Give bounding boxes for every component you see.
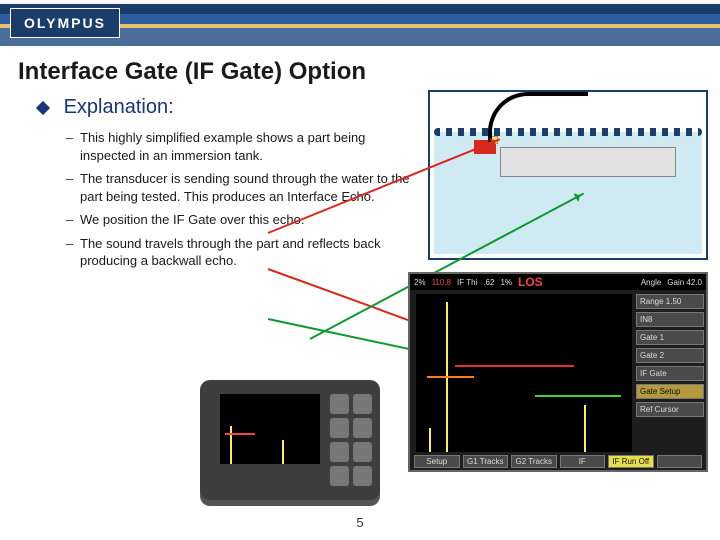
gate1-bar — [455, 365, 574, 367]
bot-btn-g2tracks[interactable]: G2 Tracks — [511, 455, 557, 468]
device-hard-buttons — [330, 394, 372, 486]
bot-btn-setup[interactable]: Setup — [414, 455, 460, 468]
explanation-heading: Explanation: — [38, 96, 420, 119]
side-btn-gate2[interactable]: Gate 2 — [636, 348, 704, 363]
cable-icon — [488, 92, 588, 142]
explanation-block: Explanation: –This highly simplified exa… — [38, 96, 420, 276]
side-btn-in8[interactable]: IN8 — [636, 312, 704, 327]
los-indicator: LOS — [518, 275, 543, 289]
brand-logo: OLYMPUS — [10, 8, 120, 38]
instrument-screen: 2% 110.8 IF Thi .62 1% LOS Angle Gain 42… — [408, 272, 708, 472]
test-part — [500, 147, 676, 177]
side-btn-range[interactable]: Range 1.50 — [636, 294, 704, 309]
page-number: 5 — [356, 515, 363, 530]
side-btn-gate1[interactable]: Gate 1 — [636, 330, 704, 345]
bot-btn-if-run[interactable]: IF Run Off — [608, 455, 654, 468]
list-item: –This highly simplified example shows a … — [66, 129, 420, 164]
bullet-diamond-icon — [36, 101, 50, 115]
list-item: –The sound travels through the part and … — [66, 235, 420, 270]
a-scan-plot — [416, 294, 632, 452]
immersion-tank-diagram — [428, 90, 708, 260]
list-item: –We position the IF Gate over this echo. — [66, 211, 420, 229]
explanation-heading-text: Explanation: — [64, 96, 174, 118]
bot-btn-blank[interactable] — [657, 455, 703, 468]
bot-btn-g1tracks[interactable]: G1 Tracks — [463, 455, 509, 468]
bot-btn-if[interactable]: IF — [560, 455, 606, 468]
side-btn-ifgate[interactable]: IF Gate — [636, 366, 704, 381]
screen-top-readouts: 2% 110.8 IF Thi .62 1% LOS Angle Gain 42… — [410, 274, 706, 290]
backwall-echo-spike — [584, 405, 586, 452]
if-gate-bar — [427, 376, 475, 378]
list-item: –The transducer is sending sound through… — [66, 170, 420, 205]
side-btn-gate-setup[interactable]: Gate Setup — [636, 384, 704, 399]
screen-bottom-buttons: Setup G1 Tracks G2 Tracks IF IF Run Off — [414, 455, 702, 468]
device-screen — [220, 394, 320, 464]
page-title: Interface Gate (IF Gate) Option — [18, 58, 720, 86]
gate2-bar — [535, 395, 621, 397]
flaw-detector-device — [200, 380, 380, 500]
screen-side-buttons: Range 1.50 IN8 Gate 1 Gate 2 IF Gate Gat… — [636, 294, 704, 452]
side-btn-ref-cursor[interactable]: Ref Cursor — [636, 402, 704, 417]
